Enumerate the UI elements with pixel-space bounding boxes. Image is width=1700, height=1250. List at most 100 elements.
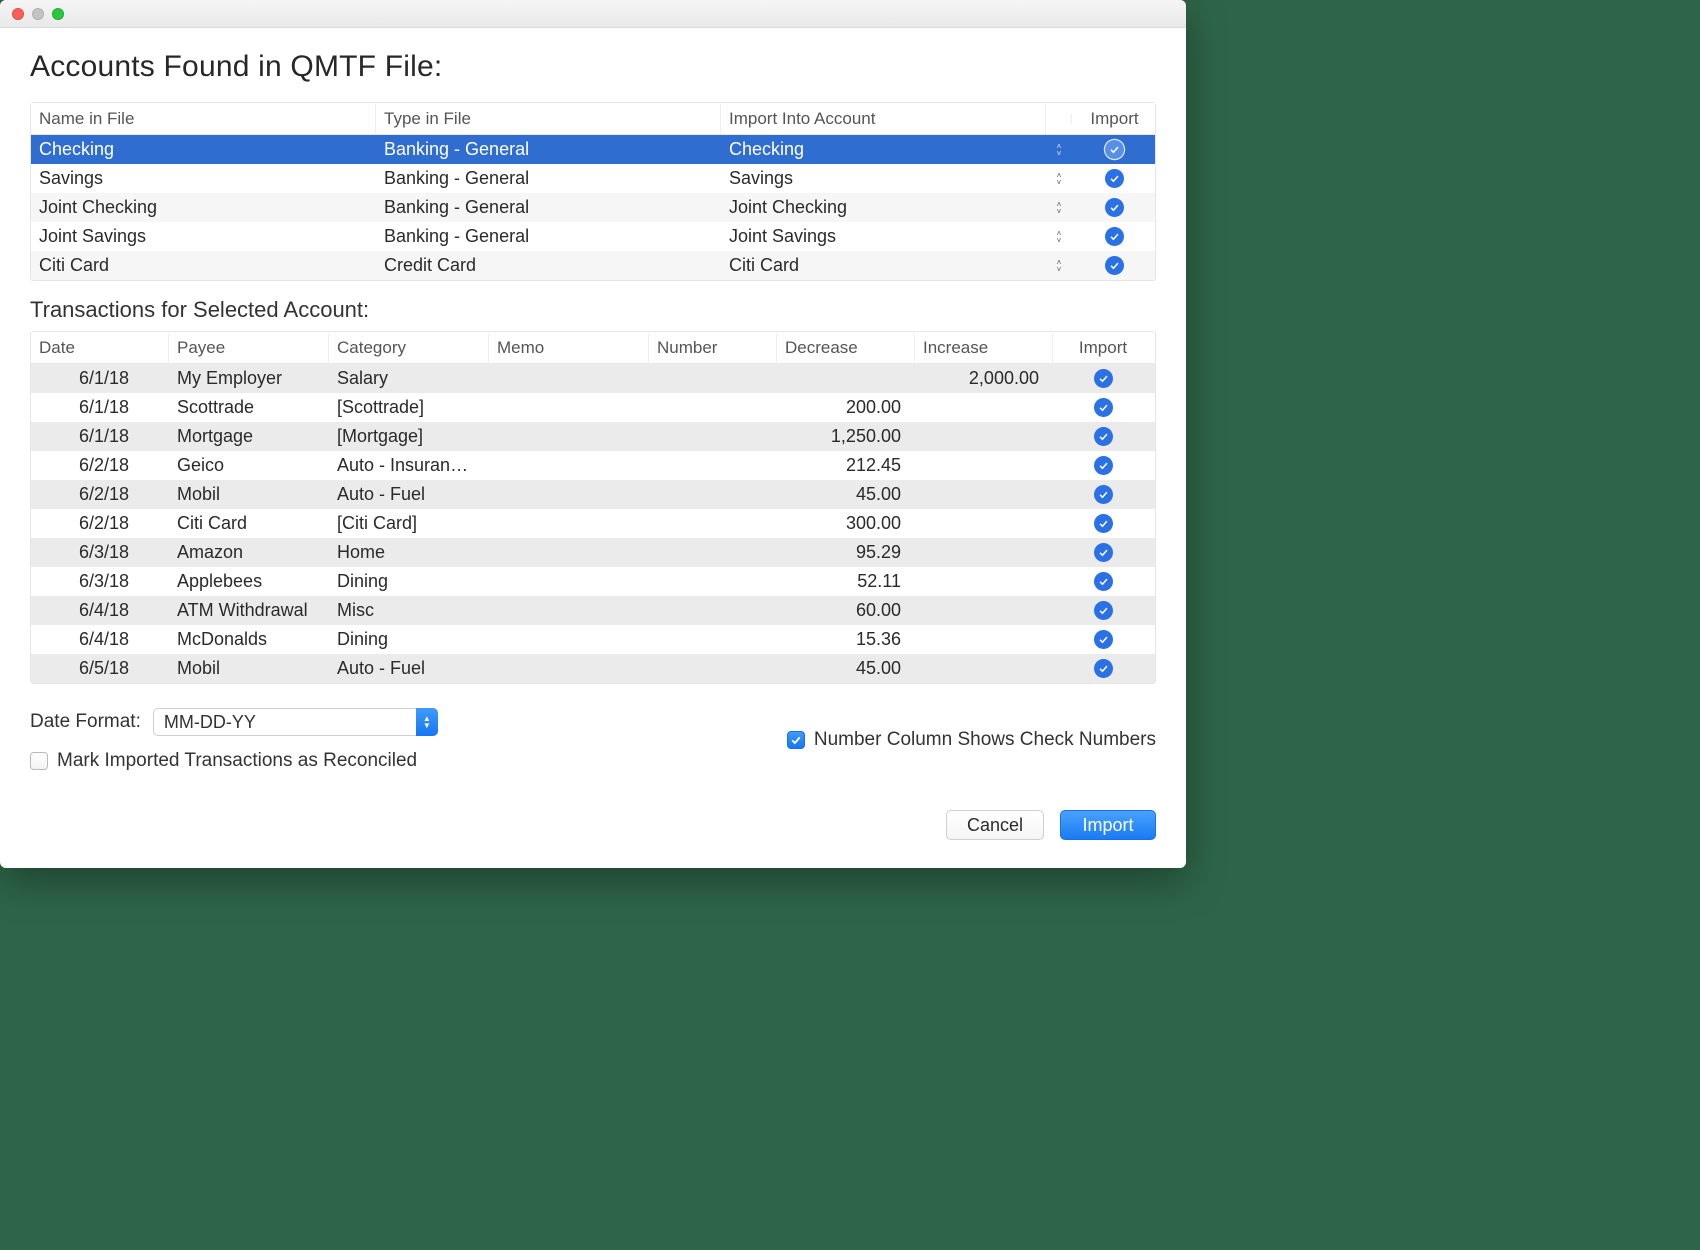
window-minimize-button bbox=[32, 8, 44, 20]
account-into-stepper-icon[interactable]: ˄˅ bbox=[1046, 140, 1072, 160]
tx-date: 6/2/18 bbox=[31, 452, 169, 479]
number-shows-checks-checkbox[interactable] bbox=[787, 731, 805, 749]
tx-payee: Mobil bbox=[169, 481, 329, 508]
account-type: Credit Card bbox=[376, 252, 721, 279]
select-stepper-icon[interactable]: ▲▼ bbox=[416, 708, 438, 736]
account-import-cell[interactable] bbox=[1072, 223, 1155, 250]
tx-number bbox=[649, 463, 777, 469]
accounts-row[interactable]: Joint SavingsBanking - GeneralJoint Savi… bbox=[31, 222, 1155, 251]
tx-increase bbox=[915, 579, 1053, 585]
account-into: Citi Card bbox=[721, 252, 1046, 279]
tx-decrease: 60.00 bbox=[777, 597, 915, 624]
tx-date: 6/4/18 bbox=[31, 626, 169, 653]
transaction-row[interactable]: 6/1/18My EmployerSalary2,000.00 bbox=[31, 364, 1155, 393]
tx-increase bbox=[915, 521, 1053, 527]
account-into-stepper-icon[interactable]: ˄˅ bbox=[1046, 227, 1072, 247]
tx-import-cell[interactable] bbox=[1053, 510, 1153, 537]
date-format-select[interactable]: MM-DD-YY ▲▼ bbox=[153, 708, 438, 736]
col-category[interactable]: Category bbox=[329, 333, 489, 363]
transaction-row[interactable]: 6/2/18GeicoAuto - Insuran…212.45 bbox=[31, 451, 1155, 480]
account-type: Banking - General bbox=[376, 223, 721, 250]
tx-import-cell[interactable] bbox=[1053, 626, 1153, 653]
tx-memo bbox=[489, 434, 649, 440]
account-into-stepper-icon[interactable]: ˄˅ bbox=[1046, 256, 1072, 276]
transaction-row[interactable]: 6/2/18MobilAuto - Fuel45.00 bbox=[31, 480, 1155, 509]
col-number[interactable]: Number bbox=[649, 333, 777, 363]
tx-category: Auto - Fuel bbox=[329, 655, 489, 682]
tx-import-cell[interactable] bbox=[1053, 452, 1153, 479]
col-name-in-file[interactable]: Name in File bbox=[31, 104, 376, 134]
cancel-button[interactable]: Cancel bbox=[946, 810, 1044, 840]
transaction-row[interactable]: 6/5/18MobilAuto - Fuel45.00 bbox=[31, 654, 1155, 683]
tx-memo bbox=[489, 637, 649, 643]
tx-payee: ATM Withdrawal bbox=[169, 597, 329, 624]
tx-decrease: 95.29 bbox=[777, 539, 915, 566]
tx-import-cell[interactable] bbox=[1053, 481, 1153, 508]
transactions-table: Date Payee Category Memo Number Decrease… bbox=[30, 331, 1156, 684]
tx-increase bbox=[915, 405, 1053, 411]
account-into-stepper-icon[interactable]: ˄˅ bbox=[1046, 169, 1072, 189]
tx-memo bbox=[489, 492, 649, 498]
tx-import-cell[interactable] bbox=[1053, 568, 1153, 595]
tx-import-cell[interactable] bbox=[1053, 597, 1153, 624]
tx-category: [Citi Card] bbox=[329, 510, 489, 537]
tx-increase: 2,000.00 bbox=[915, 365, 1053, 392]
account-into: Joint Savings bbox=[721, 223, 1046, 250]
tx-import-cell[interactable] bbox=[1053, 365, 1153, 392]
transaction-row[interactable]: 6/3/18AmazonHome95.29 bbox=[31, 538, 1155, 567]
tx-import-cell[interactable] bbox=[1053, 539, 1153, 566]
mark-reconciled-checkbox[interactable] bbox=[30, 752, 48, 770]
col-decrease[interactable]: Decrease bbox=[777, 333, 915, 363]
transaction-row[interactable]: 6/3/18ApplebeesDining52.11 bbox=[31, 567, 1155, 596]
tx-category: Home bbox=[329, 539, 489, 566]
account-import-cell[interactable] bbox=[1072, 194, 1155, 221]
tx-category: Misc bbox=[329, 597, 489, 624]
accounts-row[interactable]: Joint CheckingBanking - GeneralJoint Che… bbox=[31, 193, 1155, 222]
transaction-row[interactable]: 6/4/18McDonaldsDining15.36 bbox=[31, 625, 1155, 654]
col-increase[interactable]: Increase bbox=[915, 333, 1053, 363]
transaction-row[interactable]: 6/4/18ATM WithdrawalMisc60.00 bbox=[31, 596, 1155, 625]
account-into: Savings bbox=[721, 165, 1046, 192]
col-payee[interactable]: Payee bbox=[169, 333, 329, 363]
tx-number bbox=[649, 608, 777, 614]
tx-payee: Mortgage bbox=[169, 423, 329, 450]
account-import-cell[interactable] bbox=[1072, 136, 1155, 163]
account-into-stepper-icon[interactable]: ˄˅ bbox=[1046, 198, 1072, 218]
transaction-row[interactable]: 6/2/18Citi Card[Citi Card]300.00 bbox=[31, 509, 1155, 538]
tx-number bbox=[649, 550, 777, 556]
tx-payee: Amazon bbox=[169, 539, 329, 566]
checkmark-badge-icon bbox=[1094, 456, 1113, 475]
window-close-button[interactable] bbox=[12, 8, 24, 20]
transaction-row[interactable]: 6/1/18Mortgage[Mortgage]1,250.00 bbox=[31, 422, 1155, 451]
transactions-table-header: Date Payee Category Memo Number Decrease… bbox=[31, 332, 1155, 364]
tx-import-cell[interactable] bbox=[1053, 394, 1153, 421]
col-date[interactable]: Date bbox=[31, 333, 169, 363]
tx-import-cell[interactable] bbox=[1053, 655, 1153, 682]
import-button[interactable]: Import bbox=[1060, 810, 1156, 840]
transactions-heading: Transactions for Selected Account: bbox=[30, 297, 1156, 323]
col-tx-import[interactable]: Import bbox=[1053, 333, 1153, 363]
checkmark-badge-icon bbox=[1094, 514, 1113, 533]
account-name: Joint Checking bbox=[31, 194, 376, 221]
tx-payee: My Employer bbox=[169, 365, 329, 392]
window-titlebar[interactable] bbox=[0, 0, 1186, 28]
tx-number bbox=[649, 637, 777, 643]
col-import[interactable]: Import bbox=[1072, 104, 1157, 134]
col-import-into-account[interactable]: Import Into Account bbox=[721, 104, 1046, 134]
checkmark-badge-icon bbox=[1105, 140, 1124, 159]
tx-category: Salary bbox=[329, 365, 489, 392]
window-zoom-button[interactable] bbox=[52, 8, 64, 20]
accounts-row[interactable]: SavingsBanking - GeneralSavings˄˅ bbox=[31, 164, 1155, 193]
accounts-row[interactable]: Citi CardCredit CardCiti Card˄˅ bbox=[31, 251, 1155, 280]
tx-category: Auto - Fuel bbox=[329, 481, 489, 508]
tx-payee: Mobil bbox=[169, 655, 329, 682]
transaction-row[interactable]: 6/1/18Scottrade[Scottrade]200.00 bbox=[31, 393, 1155, 422]
mark-reconciled-label: Mark Imported Transactions as Reconciled bbox=[57, 750, 417, 772]
accounts-row[interactable]: CheckingBanking - GeneralChecking˄˅ bbox=[31, 135, 1155, 164]
tx-import-cell[interactable] bbox=[1053, 423, 1153, 450]
col-memo[interactable]: Memo bbox=[489, 333, 649, 363]
account-import-cell[interactable] bbox=[1072, 252, 1155, 279]
col-type-in-file[interactable]: Type in File bbox=[376, 104, 721, 134]
account-import-cell[interactable] bbox=[1072, 165, 1155, 192]
tx-category: Dining bbox=[329, 626, 489, 653]
